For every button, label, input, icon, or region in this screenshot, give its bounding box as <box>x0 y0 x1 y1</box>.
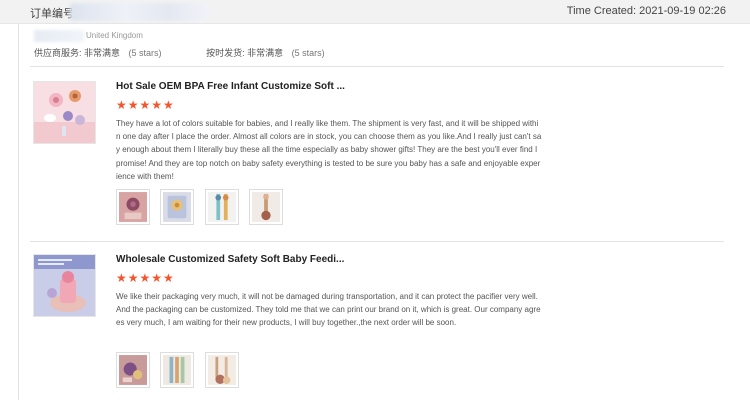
time-created: Time Created: 2021-09-19 02:26 <box>566 5 726 17</box>
review-photo[interactable] <box>249 189 284 225</box>
supplier-service-stars: (5 stars) <box>128 48 162 58</box>
divider <box>30 241 724 242</box>
review-stars: ★★★★★ <box>116 271 175 285</box>
review-item: Hot Sale OEM BPA Free Infant Customize S… <box>30 81 730 231</box>
order-header-bar: 订单编号 Time Created: 2021-09-19 02:26 <box>0 0 750 24</box>
product-thumbnail[interactable] <box>33 81 96 144</box>
review-stars: ★★★★★ <box>116 98 175 112</box>
review-text: We like their packaging very much, it wi… <box>116 292 541 328</box>
review-photo[interactable] <box>204 189 239 225</box>
product-thumbnail[interactable] <box>33 254 96 317</box>
product-title[interactable]: Hot Sale OEM BPA Free Infant Customize S… <box>116 81 345 92</box>
review-photo[interactable] <box>116 189 150 225</box>
divider <box>30 66 724 67</box>
supplier-service-rating: 供应商服务: 非常满意 (5 stars) <box>34 46 162 59</box>
review-item: Wholesale Customized Safety Soft Baby Fe… <box>30 254 730 400</box>
review-photo[interactable] <box>204 352 239 388</box>
order-number-label: 订单编号 <box>30 8 74 20</box>
review-photos <box>116 189 289 225</box>
review-text: They have a lot of colors suitable for b… <box>116 119 542 181</box>
on-time-delivery-label: 按时发货: 非常满意 <box>206 48 284 58</box>
review-photo[interactable] <box>116 352 150 388</box>
customer-country: United Kingdom <box>86 31 143 40</box>
product-title[interactable]: Wholesale Customized Safety Soft Baby Fe… <box>116 254 344 265</box>
review-photo[interactable] <box>160 189 195 225</box>
supplier-ratings: 供应商服务: 非常满意 (5 stars) 按时发货: 非常满意 (5 star… <box>34 46 367 59</box>
on-time-delivery-rating: 按时发货: 非常满意 (5 stars) <box>206 46 325 59</box>
supplier-service-label: 供应商服务: 非常满意 <box>34 48 121 58</box>
review-photos <box>116 352 245 388</box>
order-number-redacted <box>70 3 210 21</box>
on-time-delivery-stars: (5 stars) <box>291 48 325 58</box>
customer-name-redacted <box>34 30 84 42</box>
review-photo[interactable] <box>160 352 195 388</box>
left-border <box>18 24 19 400</box>
